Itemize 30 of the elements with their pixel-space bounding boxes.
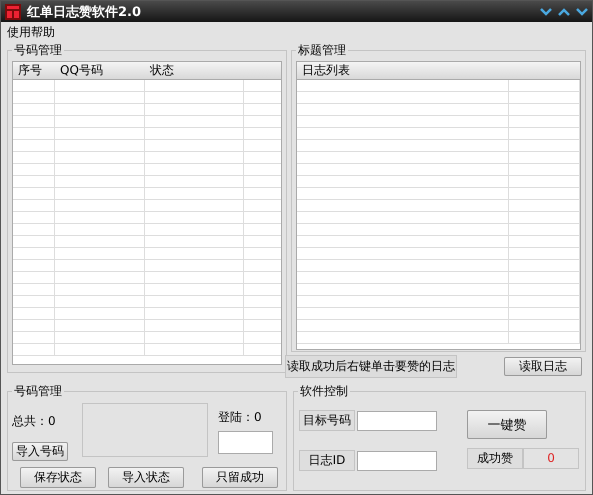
login-label: 登陆：0 <box>218 409 263 426</box>
menu-item[interactable]: 使用帮助 <box>7 24 55 40</box>
target-number-field[interactable] <box>357 410 438 430</box>
window-title: 红单日志赞软件2.0 <box>27 4 142 20</box>
group-title: 号码管理 <box>13 42 63 59</box>
column-header[interactable]: 序号 <box>13 62 55 79</box>
app-logo-icon <box>5 4 21 20</box>
column-header[interactable]: 日志列表 <box>297 62 580 79</box>
total-label: 总共：0 <box>12 413 57 430</box>
import-numbers-button[interactable]: 导入号码 <box>12 442 68 461</box>
action-button[interactable]: 只留成功 <box>202 467 278 488</box>
action-button[interactable]: 保存状态 <box>20 467 96 488</box>
minimize-icon[interactable] <box>540 8 552 16</box>
group-title: 标题管理 <box>297 42 347 59</box>
success-label: 成功赞 <box>467 448 524 469</box>
column-header[interactable]: QQ号码 <box>55 62 145 79</box>
success-count: 0 <box>523 448 580 469</box>
column-header[interactable]: 状态 <box>145 62 244 79</box>
login-field[interactable] <box>218 431 273 454</box>
log-id-label: 日志ID <box>299 450 356 471</box>
group-title: 软件控制 <box>299 383 350 400</box>
like-all-button[interactable]: 一键赞 <box>467 410 548 439</box>
close-icon[interactable] <box>576 8 588 16</box>
read-log-button[interactable]: 读取日志 <box>504 357 582 376</box>
log-id-field[interactable] <box>357 450 438 470</box>
hint-label: 读取成功后右键单击要赞的日志 <box>285 355 457 378</box>
group-title: 号码管理 <box>13 383 63 400</box>
target-number-label: 目标号码 <box>299 410 356 431</box>
action-button[interactable]: 导入状态 <box>108 467 184 488</box>
maximize-icon[interactable] <box>558 8 570 16</box>
